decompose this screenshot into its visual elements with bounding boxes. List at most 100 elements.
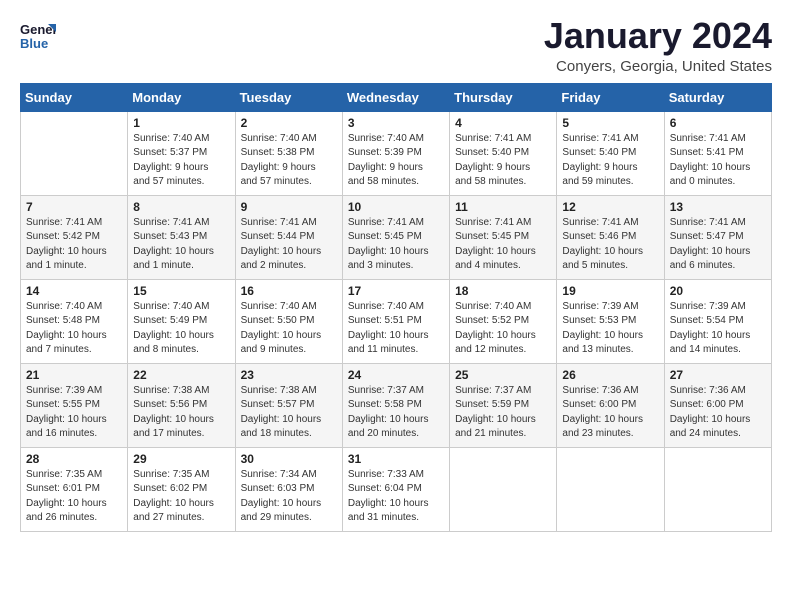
day-number: 16 [241, 284, 337, 298]
calendar-week-2: 7 Sunrise: 7:41 AMSunset: 5:42 PMDaylight… [21, 195, 772, 279]
day-number: 3 [348, 116, 444, 130]
day-number: 6 [670, 116, 766, 130]
day-content: Sunrise: 7:40 AMSunset: 5:39 PMDaylight:… [348, 132, 444, 190]
calendar-header-row: SundayMondayTuesdayWednesdayThursdayFrid… [21, 83, 772, 111]
day-content: Sunrise: 7:41 AMSunset: 5:47 PMDaylight:… [670, 216, 766, 274]
header-day-monday: Monday [128, 83, 235, 111]
header-day-wednesday: Wednesday [342, 83, 449, 111]
day-content: Sunrise: 7:40 AMSunset: 5:49 PMDaylight:… [133, 300, 229, 358]
header-day-tuesday: Tuesday [235, 83, 342, 111]
day-content: Sunrise: 7:40 AMSunset: 5:50 PMDaylight:… [241, 300, 337, 358]
day-number: 25 [455, 368, 551, 382]
day-number: 26 [562, 368, 658, 382]
day-number: 8 [133, 200, 229, 214]
calendar-table: SundayMondayTuesdayWednesdayThursdayFrid… [20, 83, 772, 532]
day-number: 19 [562, 284, 658, 298]
day-content: Sunrise: 7:40 AMSunset: 5:52 PMDaylight:… [455, 300, 551, 358]
calendar-subtitle: Conyers, Georgia, United States [544, 58, 772, 75]
day-number: 23 [241, 368, 337, 382]
day-number: 30 [241, 452, 337, 466]
day-number: 28 [26, 452, 122, 466]
day-content: Sunrise: 7:39 AMSunset: 5:55 PMDaylight:… [26, 384, 122, 442]
day-number: 12 [562, 200, 658, 214]
day-number: 1 [133, 116, 229, 130]
calendar-cell: 4Sunrise: 7:41 AMSunset: 5:40 PMDaylight… [450, 111, 557, 195]
calendar-cell [21, 111, 128, 195]
calendar-cell: 21 Sunrise: 7:39 AMSunset: 5:55 PMDayligh… [21, 363, 128, 447]
day-number: 9 [241, 200, 337, 214]
day-number: 20 [670, 284, 766, 298]
calendar-title: January 2024 [544, 16, 772, 56]
header-day-saturday: Saturday [664, 83, 771, 111]
day-number: 13 [670, 200, 766, 214]
day-content: Sunrise: 7:34 AMSunset: 6:03 PMDaylight:… [241, 468, 337, 526]
day-number: 18 [455, 284, 551, 298]
day-content: Sunrise: 7:37 AMSunset: 5:58 PMDaylight:… [348, 384, 444, 442]
calendar-week-5: 28 Sunrise: 7:35 AMSunset: 6:01 PMDayligh… [21, 447, 772, 531]
day-content: Sunrise: 7:39 AMSunset: 5:54 PMDaylight:… [670, 300, 766, 358]
calendar-cell: 22 Sunrise: 7:38 AMSunset: 5:56 PMDayligh… [128, 363, 235, 447]
day-content: Sunrise: 7:41 AMSunset: 5:40 PMDaylight:… [562, 132, 658, 190]
day-content: Sunrise: 7:37 AMSunset: 5:59 PMDaylight:… [455, 384, 551, 442]
day-content: Sunrise: 7:40 AMSunset: 5:48 PMDaylight:… [26, 300, 122, 358]
day-number: 31 [348, 452, 444, 466]
calendar-cell: 7 Sunrise: 7:41 AMSunset: 5:42 PMDaylight… [21, 195, 128, 279]
day-content: Sunrise: 7:41 AMSunset: 5:46 PMDaylight:… [562, 216, 658, 274]
calendar-cell: 10 Sunrise: 7:41 AMSunset: 5:45 PMDayligh… [342, 195, 449, 279]
calendar-cell: 5 Sunrise: 7:41 AMSunset: 5:40 PMDaylight… [557, 111, 664, 195]
day-content: Sunrise: 7:36 AMSunset: 6:00 PMDaylight:… [562, 384, 658, 442]
day-content: Sunrise: 7:40 AMSunset: 5:37 PMDaylight:… [133, 132, 229, 190]
calendar-cell: 28 Sunrise: 7:35 AMSunset: 6:01 PMDayligh… [21, 447, 128, 531]
calendar-cell: 20 Sunrise: 7:39 AMSunset: 5:54 PMDayligh… [664, 279, 771, 363]
logo-icon: General Blue [20, 16, 56, 52]
day-number: 2 [241, 116, 337, 130]
calendar-cell [450, 447, 557, 531]
calendar-cell: 1 Sunrise: 7:40 AMSunset: 5:37 PMDaylight… [128, 111, 235, 195]
day-number: 21 [26, 368, 122, 382]
calendar-cell: 19 Sunrise: 7:39 AMSunset: 5:53 PMDayligh… [557, 279, 664, 363]
day-content: Sunrise: 7:36 AMSunset: 6:00 PMDaylight:… [670, 384, 766, 442]
calendar-cell: 3 Sunrise: 7:40 AMSunset: 5:39 PMDaylight… [342, 111, 449, 195]
calendar-cell: 6Sunrise: 7:41 AMSunset: 5:41 PMDaylight… [664, 111, 771, 195]
calendar-cell: 17 Sunrise: 7:40 AMSunset: 5:51 PMDayligh… [342, 279, 449, 363]
day-number: 15 [133, 284, 229, 298]
calendar-cell: 27 Sunrise: 7:36 AMSunset: 6:00 PMDayligh… [664, 363, 771, 447]
day-content: Sunrise: 7:41 AMSunset: 5:42 PMDaylight:… [26, 216, 122, 274]
calendar-cell: 15 Sunrise: 7:40 AMSunset: 5:49 PMDayligh… [128, 279, 235, 363]
day-number: 27 [670, 368, 766, 382]
day-content: Sunrise: 7:38 AMSunset: 5:56 PMDaylight:… [133, 384, 229, 442]
day-number: 5 [562, 116, 658, 130]
day-number: 14 [26, 284, 122, 298]
day-number: 7 [26, 200, 122, 214]
logo: General Blue [20, 16, 60, 52]
day-content: Sunrise: 7:39 AMSunset: 5:53 PMDaylight:… [562, 300, 658, 358]
page-header: General Blue January 2024 Conyers, Georg… [20, 16, 772, 75]
calendar-cell: 30 Sunrise: 7:34 AMSunset: 6:03 PMDayligh… [235, 447, 342, 531]
day-content: Sunrise: 7:40 AMSunset: 5:51 PMDaylight:… [348, 300, 444, 358]
day-number: 17 [348, 284, 444, 298]
day-content: Sunrise: 7:33 AMSunset: 6:04 PMDaylight:… [348, 468, 444, 526]
calendar-cell: 12 Sunrise: 7:41 AMSunset: 5:46 PMDayligh… [557, 195, 664, 279]
header-day-friday: Friday [557, 83, 664, 111]
day-number: 4 [455, 116, 551, 130]
day-content: Sunrise: 7:40 AMSunset: 5:38 PMDaylight:… [241, 132, 337, 190]
calendar-cell: 14 Sunrise: 7:40 AMSunset: 5:48 PMDayligh… [21, 279, 128, 363]
title-area: January 2024 Conyers, Georgia, United St… [544, 16, 772, 75]
day-number: 10 [348, 200, 444, 214]
calendar-week-4: 21 Sunrise: 7:39 AMSunset: 5:55 PMDayligh… [21, 363, 772, 447]
day-content: Sunrise: 7:38 AMSunset: 5:57 PMDaylight:… [241, 384, 337, 442]
calendar-cell: 23 Sunrise: 7:38 AMSunset: 5:57 PMDayligh… [235, 363, 342, 447]
calendar-cell: 24Sunrise: 7:37 AMSunset: 5:58 PMDayligh… [342, 363, 449, 447]
day-content: Sunrise: 7:41 AMSunset: 5:44 PMDaylight:… [241, 216, 337, 274]
calendar-week-1: 1 Sunrise: 7:40 AMSunset: 5:37 PMDaylight… [21, 111, 772, 195]
calendar-cell [664, 447, 771, 531]
calendar-cell: 29Sunrise: 7:35 AMSunset: 6:02 PMDayligh… [128, 447, 235, 531]
day-content: Sunrise: 7:35 AMSunset: 6:01 PMDaylight:… [26, 468, 122, 526]
day-number: 22 [133, 368, 229, 382]
calendar-cell: 8Sunrise: 7:41 AMSunset: 5:43 PMDaylight… [128, 195, 235, 279]
day-content: Sunrise: 7:35 AMSunset: 6:02 PMDaylight:… [133, 468, 229, 526]
calendar-cell [557, 447, 664, 531]
calendar-cell: 16 Sunrise: 7:40 AMSunset: 5:50 PMDayligh… [235, 279, 342, 363]
calendar-cell: 18 Sunrise: 7:40 AMSunset: 5:52 PMDayligh… [450, 279, 557, 363]
day-content: Sunrise: 7:41 AMSunset: 5:45 PMDaylight:… [348, 216, 444, 274]
